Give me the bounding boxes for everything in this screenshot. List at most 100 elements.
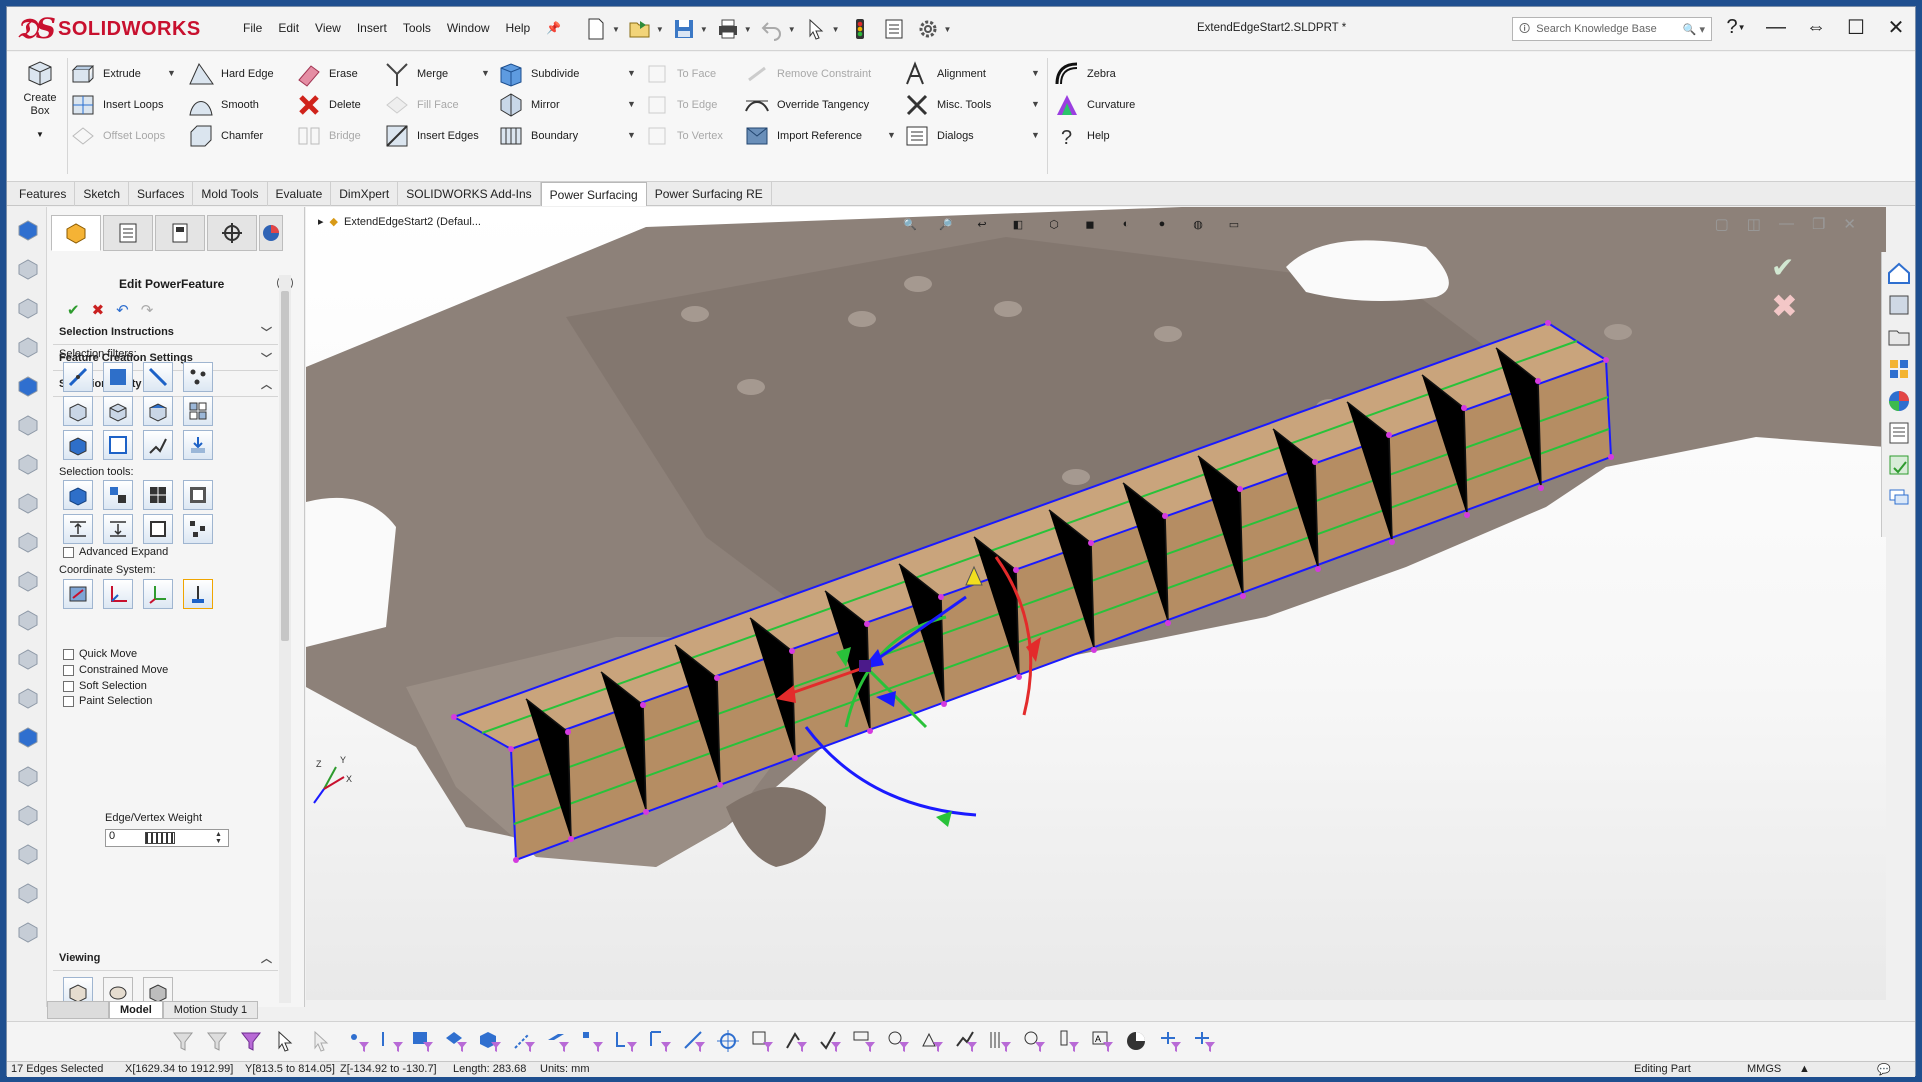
- confirm-ok-corner-icon[interactable]: ✔: [1771, 251, 1794, 284]
- constrained-move-checkbox[interactable]: Constrained Move: [63, 664, 168, 676]
- ps-help-button[interactable]: ? Help: [1053, 120, 1110, 152]
- display-manager-tab-icon[interactable]: [259, 215, 283, 251]
- undo-caret-icon[interactable]: ▼: [788, 25, 796, 34]
- shortcut-tool-icon[interactable]: [15, 685, 41, 711]
- file-properties-icon[interactable]: [880, 15, 908, 43]
- filter-blocks-icon[interactable]: [1021, 1028, 1049, 1056]
- shortcut-tool-icon[interactable]: [15, 451, 41, 477]
- feature-tree-root[interactable]: ExtendEdgeStart2 (Defaul...: [344, 216, 481, 228]
- import-reference-button[interactable]: Import Reference: [743, 120, 862, 152]
- filter-weld-icon[interactable]: [953, 1028, 981, 1056]
- appearances-icon[interactable]: [1886, 388, 1912, 414]
- paint-selection-checkbox[interactable]: Paint Selection: [63, 695, 152, 707]
- view-settings-icon[interactable]: ▭: [1220, 211, 1248, 237]
- solidworks-logo[interactable]: 𝔇S SOLIDWORKS: [17, 11, 202, 47]
- maximize-button[interactable]: ☐: [1843, 13, 1869, 41]
- quick-move-box[interactable]: [63, 648, 74, 660]
- rebuild-traffic-light-icon[interactable]: [846, 15, 874, 43]
- filter-faces-icon[interactable]: [409, 1028, 437, 1056]
- remove-constraint-button[interactable]: Remove Constraint: [743, 58, 871, 90]
- shortcut-sketch-icon[interactable]: [15, 217, 41, 243]
- menu-window[interactable]: Window: [439, 21, 498, 35]
- curvature-button[interactable]: Curvature: [1053, 89, 1135, 121]
- chat-bubble-icon[interactable]: 💬: [1877, 1063, 1891, 1076]
- coord-normal-icon[interactable]: [183, 579, 213, 609]
- chat-icon[interactable]: [1886, 484, 1912, 510]
- select-arrow-icon[interactable]: [802, 15, 830, 43]
- filter-pick-icon[interactable]: [183, 430, 213, 460]
- filter-box-edges-icon[interactable]: [103, 396, 133, 426]
- filter-cosmetic-threads-icon[interactable]: [987, 1028, 1015, 1056]
- undo-icon[interactable]: ↶: [116, 301, 129, 319]
- extrude-caret-icon[interactable]: ▼: [167, 68, 176, 78]
- save-icon[interactable]: [670, 15, 698, 43]
- coord-global-icon[interactable]: [103, 579, 133, 609]
- coord-local-icon[interactable]: [143, 579, 173, 609]
- select-all-filters-icon[interactable]: [237, 1028, 265, 1056]
- select-boundary-icon[interactable]: [143, 514, 173, 544]
- viewport-close-icon[interactable]: ✕: [1843, 215, 1856, 233]
- tab-power-surfacing[interactable]: Power Surfacing: [540, 182, 647, 206]
- filter-balloons-icon[interactable]: [885, 1028, 913, 1056]
- undo-icon[interactable]: [758, 15, 786, 43]
- powerfeature-tab-icon[interactable]: [51, 215, 101, 251]
- override-tangency-button[interactable]: Override Tangency: [743, 89, 869, 121]
- tab-motion-study-1[interactable]: Motion Study 1: [162, 1001, 259, 1019]
- filter-axes-icon[interactable]: [511, 1028, 539, 1056]
- close-button[interactable]: ✕: [1883, 13, 1909, 41]
- new-caret-icon[interactable]: ▼: [612, 25, 620, 34]
- chevron-down-icon[interactable]: ﹀: [261, 350, 272, 366]
- filter-faces-icon[interactable]: [103, 362, 133, 392]
- solidworks-forum-icon[interactable]: [1886, 452, 1912, 478]
- options-gear-icon[interactable]: [914, 15, 942, 43]
- filter-show-icon[interactable]: [1191, 1028, 1219, 1056]
- select-over-geometry-icon[interactable]: [307, 1028, 335, 1056]
- filter-edges-icon[interactable]: [379, 1028, 407, 1056]
- filter-frame-icon[interactable]: [103, 430, 133, 460]
- filter-geometric-tolerance-icon[interactable]: [817, 1028, 845, 1056]
- create-box-button[interactable]: Create Box ▼: [17, 58, 63, 141]
- smooth-button[interactable]: Smooth: [187, 89, 259, 121]
- restore-panes-icon[interactable]: ⇔: [1803, 13, 1829, 41]
- invert-selection-icon[interactable]: [103, 480, 133, 510]
- save-caret-icon[interactable]: ▼: [700, 25, 708, 34]
- filter-box-faces-icon[interactable]: [63, 396, 93, 426]
- zoom-to-area-icon[interactable]: 🔎: [932, 211, 960, 237]
- pm-scrollbar-thumb[interactable]: [281, 291, 289, 641]
- alignment-button[interactable]: Alignment: [903, 58, 986, 90]
- chevron-down-icon[interactable]: ﹀: [261, 324, 272, 340]
- filter-box-top-icon[interactable]: [143, 396, 173, 426]
- print-caret-icon[interactable]: ▼: [744, 25, 752, 34]
- paint-selection-box[interactable]: [63, 695, 74, 707]
- weight-slider-thumb[interactable]: [145, 832, 175, 844]
- import-reference-caret-icon[interactable]: ▼: [887, 130, 896, 140]
- view-orientation-icon[interactable]: ⬡: [1040, 211, 1068, 237]
- options-caret-icon[interactable]: ▼: [944, 25, 952, 34]
- display-style-icon[interactable]: ◼: [1076, 211, 1104, 237]
- dialogs-caret-icon[interactable]: ▼: [1031, 130, 1040, 140]
- fill-face-button[interactable]: Fill Face: [383, 89, 459, 121]
- filter-box-bottom-icon[interactable]: [63, 430, 93, 460]
- filter-toggle-icon[interactable]: [169, 1028, 197, 1056]
- selection-instructions-group[interactable]: Selection Instructions ﹀: [53, 319, 278, 345]
- hard-edge-button[interactable]: Hard Edge: [187, 58, 274, 90]
- confirm-cancel-corner-icon[interactable]: ✖: [1771, 287, 1798, 325]
- tab-mold-tools[interactable]: Mold Tools: [193, 182, 268, 206]
- apply-scene-icon[interactable]: ◍: [1184, 211, 1212, 237]
- model-scene[interactable]: Z Y X: [306, 207, 1886, 1000]
- filter-grid-icon[interactable]: [183, 396, 213, 426]
- section-view-icon[interactable]: ◧: [1004, 211, 1032, 237]
- shortcut-tool-icon[interactable]: [15, 529, 41, 555]
- shrink-selection-icon[interactable]: [103, 514, 133, 544]
- shortcut-tool-icon[interactable]: [15, 412, 41, 438]
- viewport-split-icon[interactable]: ◫: [1747, 215, 1761, 233]
- to-face-button[interactable]: To Face: [643, 58, 716, 90]
- open-caret-icon[interactable]: ▼: [656, 25, 664, 34]
- delete-button[interactable]: Delete: [295, 89, 361, 121]
- new-document-icon[interactable]: [582, 15, 610, 43]
- search-icon[interactable]: 🔍 ▾: [1683, 23, 1705, 36]
- filter-planes-icon[interactable]: [545, 1028, 573, 1056]
- home-icon[interactable]: [1886, 260, 1912, 286]
- chevron-up-icon[interactable]: ︿: [261, 376, 272, 392]
- shortcut-tool-icon[interactable]: [15, 880, 41, 906]
